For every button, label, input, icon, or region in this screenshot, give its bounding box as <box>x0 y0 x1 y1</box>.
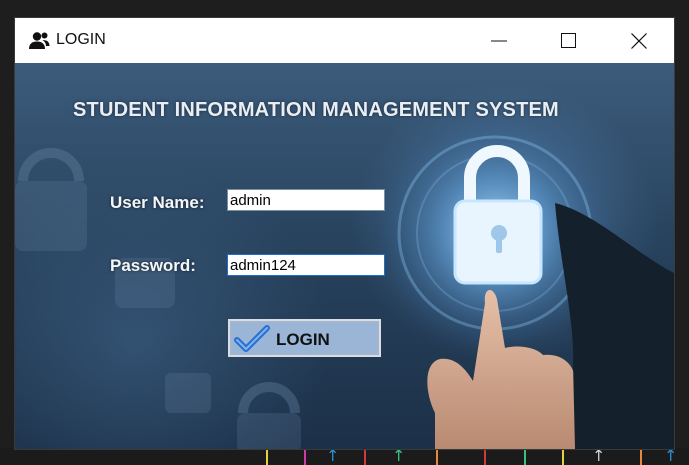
password-input[interactable] <box>227 254 385 276</box>
desktop-marker <box>266 450 268 465</box>
password-label: Password: <box>110 256 196 275</box>
desktop-marker <box>640 450 642 465</box>
login-form-panel: STUDENT INFORMATION MANAGEMENT SYSTEM Us… <box>15 63 674 449</box>
desktop-marker <box>436 450 438 465</box>
login-window: LOGIN STUDENT INFORMATION MANAGEMENT SYS… <box>15 18 674 449</box>
desktop-marker <box>304 450 306 465</box>
minimize-icon <box>491 40 507 42</box>
app-heading: STUDENT INFORMATION MANAGEMENT SYSTEM <box>73 99 559 121</box>
checkmark-icon <box>234 325 270 352</box>
close-icon <box>631 33 647 49</box>
login-button-label: LOGIN <box>276 330 330 349</box>
desktop-marker <box>484 450 486 465</box>
username-input[interactable] <box>227 189 385 211</box>
maximize-icon <box>561 33 576 48</box>
minimize-button[interactable] <box>465 18 533 63</box>
desktop-marker <box>364 450 366 465</box>
title-bar[interactable]: LOGIN <box>15 18 674 63</box>
window-title: LOGIN <box>56 31 106 48</box>
desktop-marker <box>524 450 526 465</box>
desktop-marker <box>562 450 564 465</box>
maximize-button[interactable] <box>535 18 603 63</box>
login-button[interactable]: LOGIN <box>228 319 381 357</box>
users-icon <box>29 32 50 49</box>
username-label: User Name: <box>110 193 205 212</box>
close-button[interactable] <box>605 18 673 63</box>
desktop-taskbar-strip <box>0 448 689 465</box>
